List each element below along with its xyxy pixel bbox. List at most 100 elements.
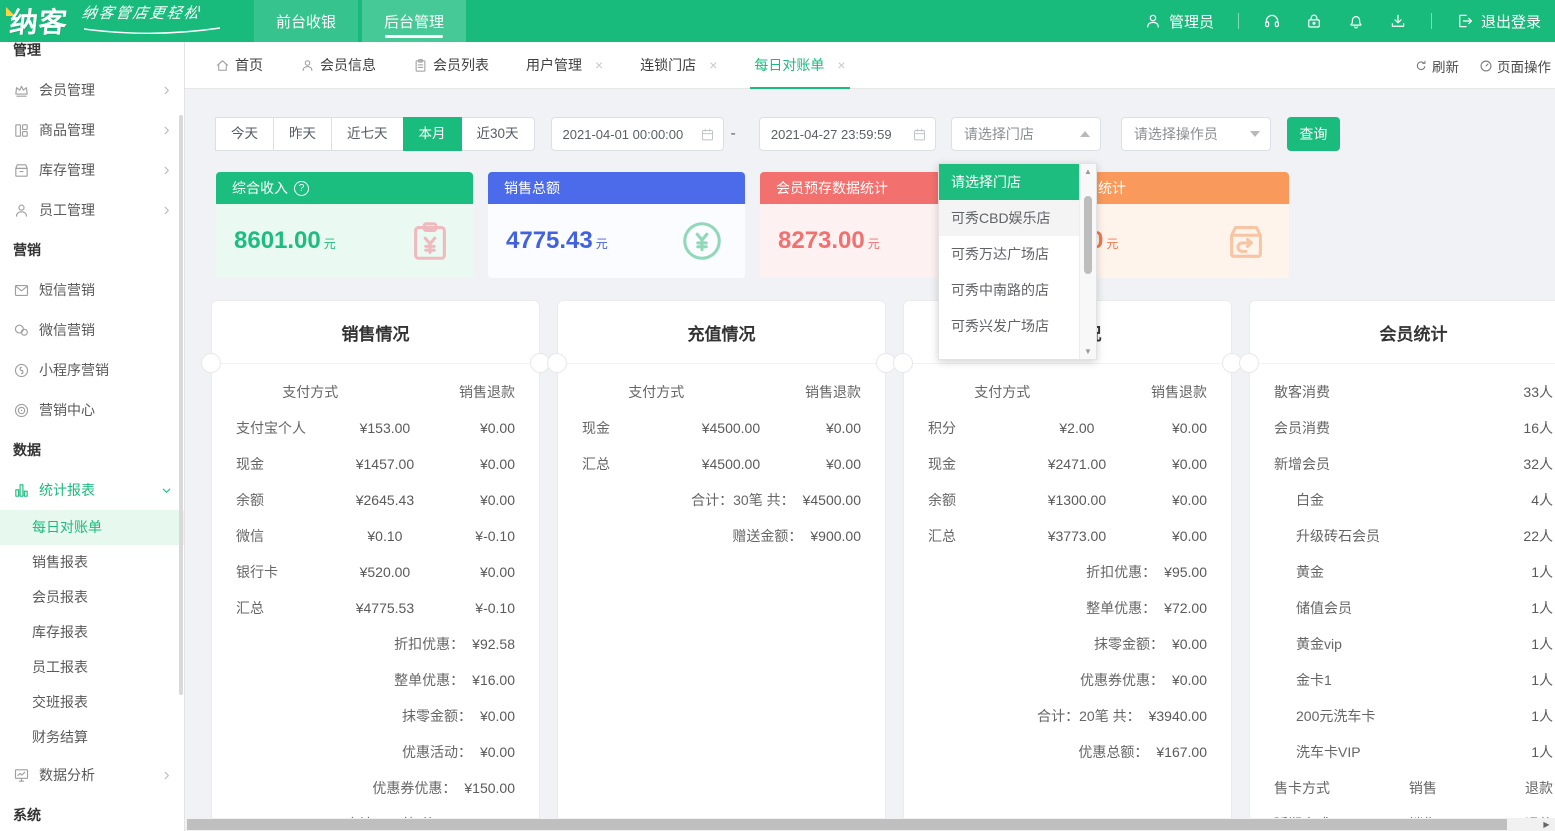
sidebar-section-label: 系统 <box>0 795 184 831</box>
store-option[interactable]: 请选择门店 <box>939 164 1079 200</box>
page-tab[interactable]: 连锁门店 × <box>640 42 717 89</box>
table-header-row: 售卡方式销售退款 <box>1250 770 1555 806</box>
store-dropdown: 请选择门店 可秀CBD娱乐店 可秀万达广场店 可秀中南路的店 可秀兴发广场店 ▲… <box>938 163 1097 360</box>
sidebar-subitem[interactable]: 销售报表 <box>0 545 184 580</box>
page-tab[interactable]: 每日对账单 × <box>754 42 845 89</box>
chevron-right-icon <box>161 125 172 136</box>
monitor-icon <box>13 767 30 784</box>
sidebar-subitem[interactable]: 员工报表 <box>0 650 184 685</box>
sidebar-subitem[interactable]: 财务结算 <box>0 720 184 755</box>
page-tab[interactable]: 会员信息 <box>300 42 376 89</box>
member-stat-row: 洗车卡VIP1人 <box>1250 734 1555 770</box>
logo-text: 纳客 <box>8 1 70 41</box>
card-unit: 元 <box>324 237 336 251</box>
logout-icon <box>1456 12 1474 30</box>
slogan: 纳客管店更轻松 <box>82 2 232 41</box>
sidebar-item[interactable]: 营销中心 <box>0 390 184 430</box>
quick-range-group: 今天 昨天 近七天 本月 近30天 <box>216 117 535 151</box>
quick-range-button[interactable]: 昨天 <box>273 117 332 151</box>
quick-range-button[interactable]: 近七天 <box>331 117 404 151</box>
dropdown-scrollbar[interactable]: ▲ ▼ <box>1079 164 1096 359</box>
sidebar-item[interactable]: 会员管理 <box>0 70 184 110</box>
sidebar-item[interactable]: 短信营销 <box>0 270 184 310</box>
quick-range-button[interactable]: 今天 <box>215 117 274 151</box>
member-stat-rows: 散客消费33人会员消费16人新增会员32人白金4人升级砖石会员22人黄金1人储值… <box>1250 374 1555 770</box>
divider <box>1238 13 1239 29</box>
sidebar-scrollbar[interactable] <box>179 115 183 695</box>
card-title: 综合收入 <box>232 172 288 204</box>
sidebar-subitem[interactable]: 每日对账单 <box>0 510 184 545</box>
panel-sales: 销售情况 支付方式销售退款 支付宝个人¥153.00¥0.00现金¥1457.0… <box>211 300 540 831</box>
page-tab[interactable]: 会员列表 <box>413 42 489 89</box>
quick-range-button[interactable]: 近30天 <box>461 117 535 151</box>
sidebar-subitem[interactable]: 库存报表 <box>0 615 184 650</box>
date-from-input[interactable]: 2021-04-01 00:00:00 <box>551 117 724 151</box>
miniapp-icon <box>13 362 30 379</box>
member-stat-row: 黄金1人 <box>1250 554 1555 590</box>
clipboard-yuan-icon <box>407 218 453 264</box>
page-tab[interactable]: 首页 <box>215 42 263 89</box>
slogan-underline-swoosh <box>82 27 222 36</box>
member-stat-row: 新增会员32人 <box>1250 446 1555 482</box>
lock-screen-button[interactable] <box>1305 12 1323 30</box>
notifications-button[interactable] <box>1347 12 1365 30</box>
sidebar-item[interactable]: 库存管理 <box>0 150 184 190</box>
sidebar-subitem[interactable]: 交班报表 <box>0 685 184 720</box>
close-tab-icon[interactable]: × <box>595 57 603 73</box>
sidebar-subitem[interactable]: 会员报表 <box>0 580 184 615</box>
card-unit: 元 <box>868 237 880 251</box>
summary-row: 抹零金额：¥0.00 <box>904 626 1231 662</box>
sidebar-item[interactable]: 小程序营销 <box>0 350 184 390</box>
user-menu[interactable]: 管理员 <box>1144 11 1214 32</box>
nake-backoffice-app: { "topbar": { "logo": "纳客", "tagline": "… <box>0 0 1555 831</box>
stock-icon <box>13 162 30 179</box>
summary-row: 优惠活动：¥0.00 <box>212 734 539 770</box>
store-option[interactable]: 可秀CBD娱乐店 <box>939 200 1079 236</box>
help-icon[interactable]: ? <box>294 181 309 196</box>
member-stat-row: 升级砖石会员22人 <box>1250 518 1555 554</box>
horizontal-scrollbar[interactable]: ▶ <box>185 818 1555 831</box>
store-select[interactable]: 请选择门店 <box>951 117 1101 151</box>
store-option[interactable]: 可秀万达广场店 <box>939 236 1079 272</box>
panel-divider <box>558 363 885 364</box>
user-label: 管理员 <box>1169 11 1214 32</box>
refresh-button[interactable]: 刷新 <box>1414 56 1459 76</box>
page-tab[interactable]: 用户管理 × <box>526 42 603 89</box>
download-button[interactable] <box>1389 12 1407 30</box>
sidebar-item[interactable]: 商品管理 <box>0 110 184 150</box>
topbar-nav: 前台收银 后台管理 <box>254 0 470 42</box>
scrollbar-thumb[interactable] <box>187 819 1507 830</box>
sidebar-section-label: 数据 <box>0 430 184 470</box>
stat-card-total-income: 综合收入 ? 8601.00元 <box>216 172 473 278</box>
close-tab-icon[interactable]: × <box>837 57 845 73</box>
summary-row: 折扣优惠：¥95.00 <box>904 554 1231 590</box>
scroll-right-icon[interactable]: ▶ <box>1538 818 1555 831</box>
member-stat-row: 储值会员1人 <box>1250 590 1555 626</box>
sidebar-item[interactable]: 统计报表 <box>0 470 184 510</box>
store-option[interactable]: 可秀兴发广场店 <box>939 308 1079 344</box>
operator-select[interactable]: 请选择操作员 <box>1121 117 1271 151</box>
topbar-tab[interactable]: 前台收银 <box>254 0 358 42</box>
chevron-right-icon <box>161 770 172 781</box>
sidebar-item[interactable]: 微信营销 <box>0 310 184 350</box>
page-tabstrip: 首页 会员信息 会员列表 用户管理 × <box>185 42 1555 89</box>
close-tab-icon[interactable]: × <box>709 57 717 73</box>
chevron-right-icon <box>161 205 172 216</box>
scroll-up-icon[interactable]: ▲ <box>1080 164 1096 179</box>
scroll-down-icon[interactable]: ▼ <box>1080 344 1096 359</box>
search-button[interactable]: 查询 <box>1287 117 1340 151</box>
scrollbar-thumb[interactable] <box>1084 196 1092 274</box>
page-actions-icon <box>1479 59 1493 73</box>
calendar-icon <box>912 127 927 142</box>
page-tabs: 首页 会员信息 会员列表 用户管理 × <box>215 42 883 89</box>
sidebar-item[interactable]: 数据分析 <box>0 755 184 795</box>
logout-button[interactable]: 退出登录 <box>1456 11 1541 32</box>
support-button[interactable] <box>1263 12 1281 30</box>
topbar-tab[interactable]: 后台管理 <box>362 0 466 42</box>
page-actions-button[interactable]: 页面操作 <box>1479 56 1551 76</box>
date-to-input[interactable]: 2021-04-27 23:59:59 <box>759 117 936 151</box>
store-option[interactable]: 可秀中南路的店 <box>939 272 1079 308</box>
notch <box>893 353 913 373</box>
quick-range-button[interactable]: 本月 <box>403 117 462 151</box>
sidebar-item[interactable]: 员工管理 <box>0 190 184 230</box>
